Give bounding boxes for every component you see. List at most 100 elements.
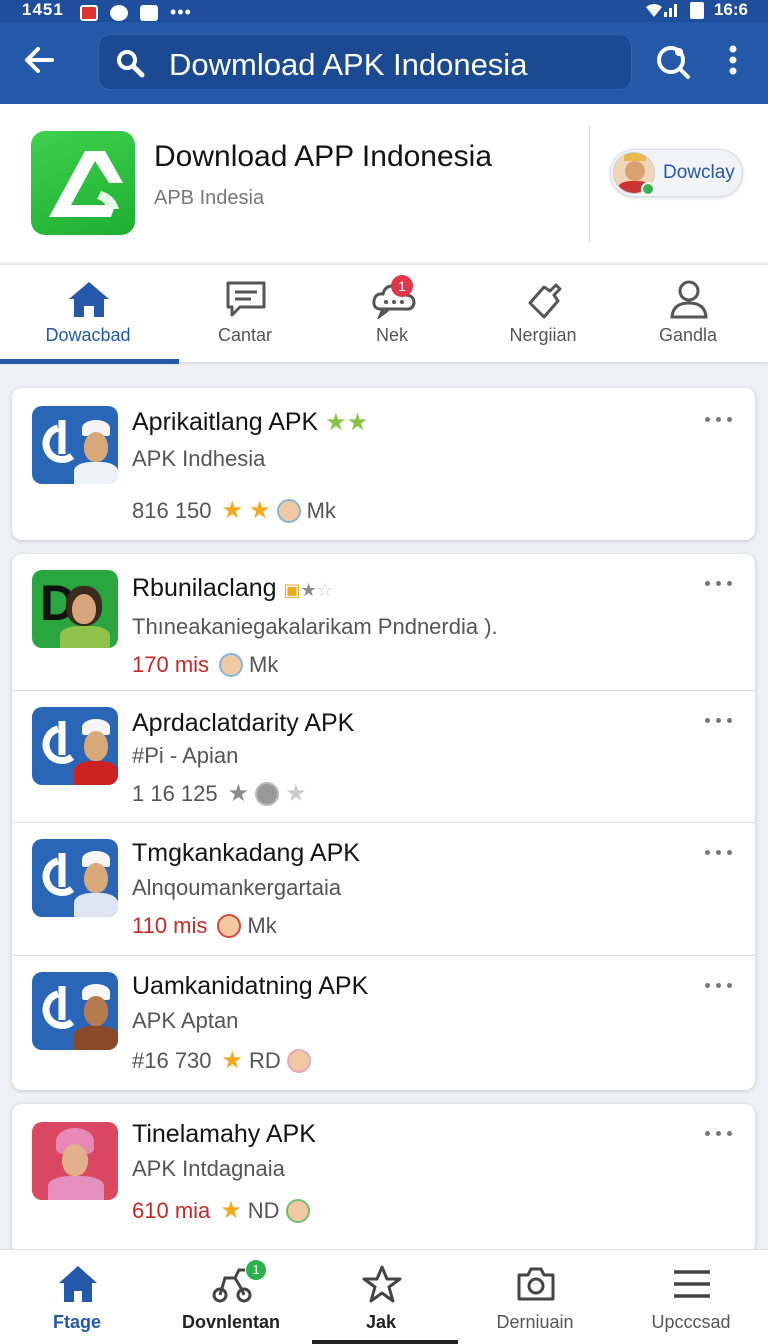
app-name: Rbunilaclang ▣★☆: [132, 574, 333, 603]
tab-cantar[interactable]: Cantar: [168, 265, 322, 363]
download-count: 816 150: [132, 498, 212, 523]
app-logo: [31, 131, 135, 235]
status-time-right: 16:6: [713, 0, 748, 19]
search-bar[interactable]: Dowmload APK Indonesia: [98, 34, 632, 90]
list-item[interactable]: Uamkanidatning APK APK Aptan #16 730 ★ R…: [12, 956, 755, 1090]
more-options-icon[interactable]: [705, 847, 733, 857]
app-name: Uamkanidatning APK: [132, 972, 369, 1000]
notification-badge: 1: [246, 1260, 266, 1280]
list-item[interactable]: Aprdaclatdarity APK #Pi - Apian 1 16 125…: [12, 691, 755, 823]
download-count: 1 16 125: [132, 781, 218, 806]
status-bar: 1451 ••• 16:6: [0, 0, 768, 22]
star-icon: ☆: [316, 580, 333, 600]
nav-home[interactable]: Ftage: [0, 1250, 154, 1344]
app-subtitle: APB Indesia: [154, 187, 265, 209]
app-name-text: Aprikaitlang APK: [132, 408, 319, 436]
notification-badge: 1: [391, 275, 413, 297]
nav-download[interactable]: 1 Dovnlentan: [154, 1250, 308, 1344]
tab-download[interactable]: Dowacbad: [11, 265, 165, 363]
tab-label: Nergiian: [509, 325, 577, 345]
star-icon: ★: [300, 580, 317, 600]
user-avatar-icon: [219, 653, 244, 677]
tab-nek[interactable]: 1 Nek: [315, 265, 469, 363]
app-subtitle: APK Aptan: [132, 1008, 239, 1033]
lens-search-icon[interactable]: [652, 40, 694, 82]
more-options-icon[interactable]: [705, 578, 733, 588]
app-icon: D: [32, 570, 118, 648]
app-name-text: Rbunilaclang: [132, 574, 277, 602]
star-icon: ★: [220, 1197, 242, 1224]
app-icon: [32, 839, 118, 917]
notification-app-icon: [80, 4, 98, 21]
more-options-icon[interactable]: [705, 414, 733, 424]
list-item[interactable]: Aprikaitlang APK ★★ APK Indhesia 816 150…: [12, 388, 755, 540]
person-icon: [670, 280, 708, 319]
puzzle-icon: [528, 283, 562, 319]
nav-label: Jak: [365, 1312, 397, 1332]
star-icon: [362, 1265, 402, 1303]
chat-icon: [226, 281, 266, 317]
notification-messenger-icon: [140, 4, 158, 21]
active-nav-indicator: [312, 1340, 458, 1344]
app-name: Aprdaclatdarity APK: [132, 709, 355, 737]
notification-play-icon: [110, 4, 128, 21]
meta-tag: Mk: [247, 913, 277, 938]
app-meta: 170 mis Mk: [132, 652, 278, 678]
home-icon: [59, 1266, 97, 1302]
app-header-card: Download APP Indonesia APB Indesia Dowcl…: [0, 104, 768, 262]
nav-label: Ftage: [52, 1312, 101, 1332]
star-icon: ★: [221, 1047, 244, 1074]
nav-jak[interactable]: Jak: [304, 1250, 458, 1344]
app-icon: [32, 707, 118, 785]
app-list-card: D Rbunilaclang ▣★☆ Thıneakaniegakalarika…: [12, 554, 755, 1090]
more-options-icon[interactable]: [705, 1128, 733, 1138]
overflow-menu-icon[interactable]: [718, 40, 748, 82]
app-name: Aprikaitlang APK ★★: [132, 408, 368, 437]
download-count: 110 mis: [132, 913, 208, 938]
download-button[interactable]: Dowclay: [610, 149, 743, 197]
app-icon: [32, 972, 118, 1050]
download-count: 170 mis: [132, 652, 210, 677]
back-arrow-icon[interactable]: [18, 38, 62, 82]
list-item[interactable]: Tmgkankadang APK Alnqoumankergartaia 110…: [12, 823, 755, 956]
bottom-navigation: Ftage 1 Dovnlentan Jak Derniuain Upcccsa…: [0, 1249, 768, 1344]
nav-upcccsad[interactable]: Upcccsad: [614, 1250, 768, 1344]
tab-nergiian[interactable]: Nergiian: [466, 265, 620, 363]
nav-derniuain[interactable]: Derniuain: [458, 1250, 612, 1344]
app-card: Aprikaitlang APK ★★ APK Indhesia 816 150…: [12, 388, 755, 540]
status-time-left: 1451: [22, 0, 64, 19]
divider: [589, 126, 590, 242]
app-icon: [32, 1122, 118, 1200]
category-tabs: Dowacbad Cantar 1 Nek Nergiian Gandla: [0, 264, 768, 364]
app-bar: Dowmload APK Indonesia: [0, 22, 768, 104]
list-item[interactable]: D Rbunilaclang ▣★☆ Thıneakaniegakalarika…: [12, 554, 755, 691]
search-icon: [117, 50, 145, 78]
meta-tag: Mk: [249, 652, 279, 677]
more-options-icon[interactable]: [705, 715, 733, 725]
nav-label: Dovnlentan: [181, 1312, 280, 1332]
star-icon: ★: [227, 780, 250, 807]
list-item[interactable]: Tinelamahy APK APK Intdagnaia 610 mia ★ …: [12, 1104, 755, 1254]
meta-tag: RD: [249, 1048, 281, 1073]
app-meta: 110 mis Mk: [132, 913, 277, 939]
app-title: Download APP Indonesia: [154, 140, 493, 173]
home-icon: [69, 282, 109, 317]
star-icon: ★: [221, 497, 244, 524]
menu-icon: [674, 1270, 710, 1298]
download-count: #16 730: [132, 1048, 212, 1073]
app-meta: #16 730 ★ RD: [132, 1048, 311, 1074]
badge-icon: [255, 782, 280, 806]
tab-label: Gandla: [658, 325, 718, 345]
star-icon: ★: [285, 780, 307, 807]
badge-icon: ▣: [283, 580, 301, 600]
tab-gandla[interactable]: Gandla: [611, 265, 765, 363]
app-meta: 816 150 ★ ★ Mk: [132, 498, 336, 524]
app-subtitle: Thıneakaniegakalarikam Pndnerdia ).: [132, 614, 498, 639]
more-options-icon[interactable]: [705, 980, 733, 990]
tab-label: Dowacbad: [45, 325, 131, 345]
nav-label: Derniuain: [496, 1312, 574, 1332]
app-name: Tinelamahy APK: [132, 1120, 316, 1148]
battery-icon: [689, 1, 704, 19]
tab-label: Nek: [375, 325, 408, 345]
download-count: 610 mia: [132, 1198, 211, 1223]
